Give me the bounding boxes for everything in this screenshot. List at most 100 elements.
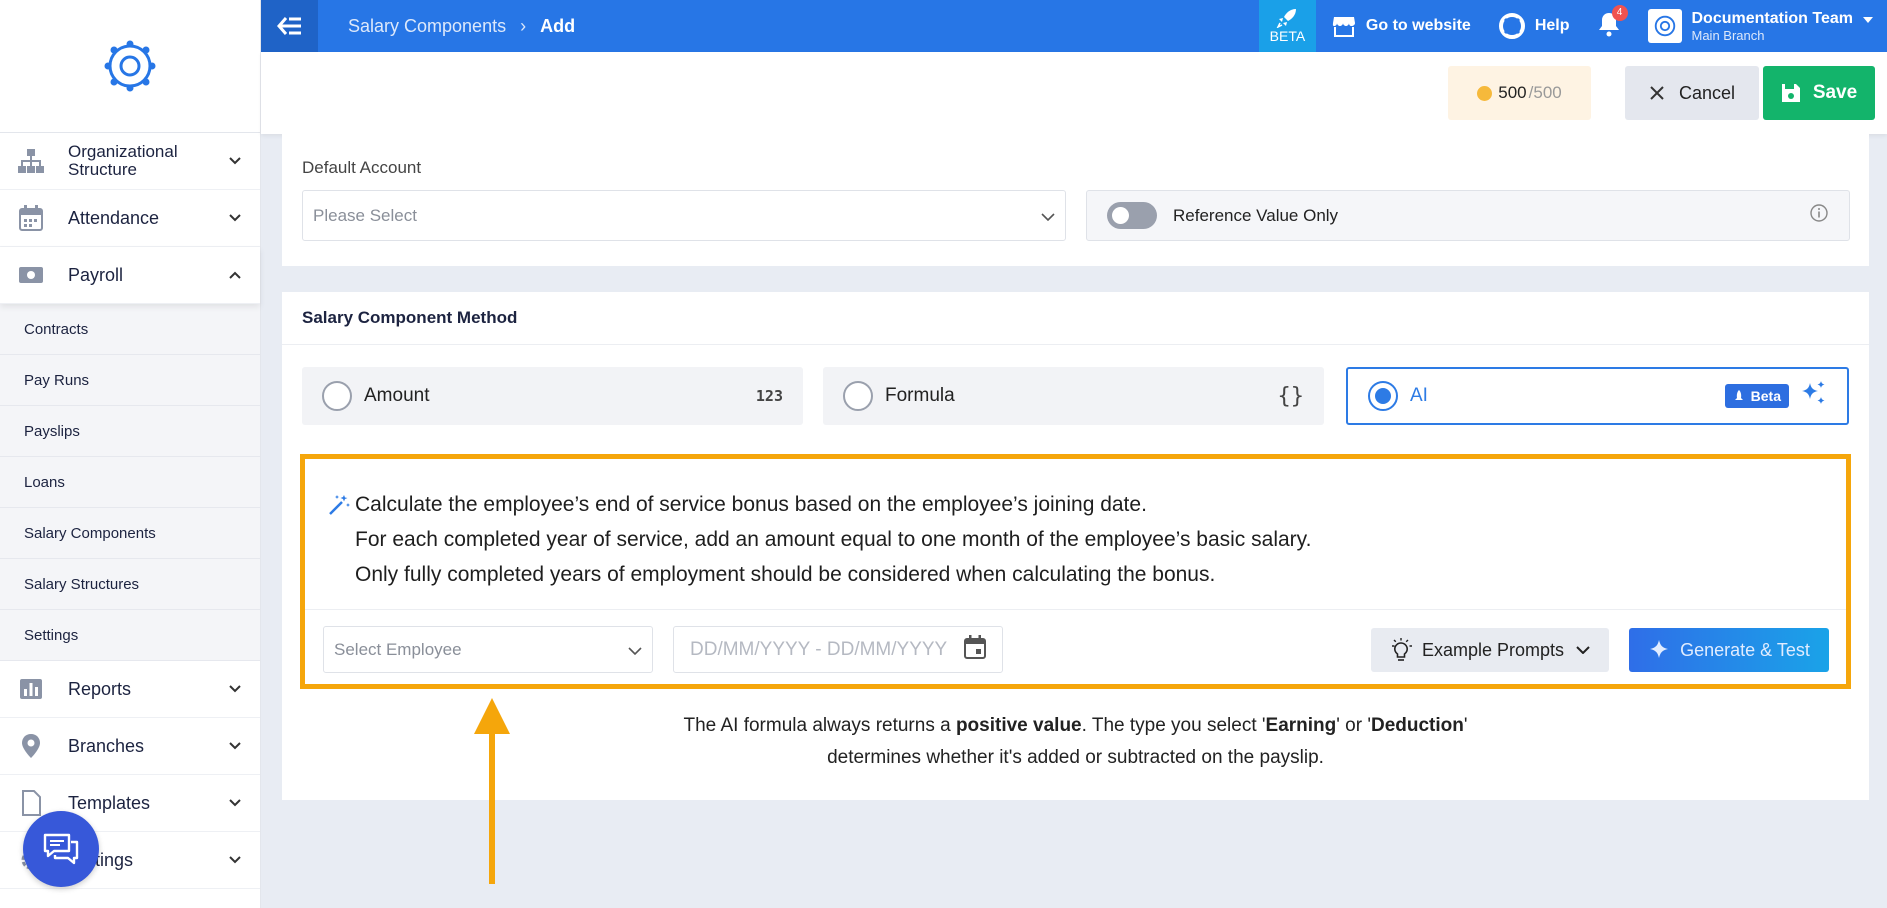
default-account-card: Default Account Please Select Reference …: [282, 134, 1869, 266]
help-link[interactable]: Help: [1498, 13, 1570, 39]
company-logo-icon: [1654, 15, 1675, 37]
sidebar-item-label: Branches: [68, 736, 145, 756]
chevron-down-icon: [226, 851, 244, 869]
note-text: The AI formula always returns a: [683, 715, 956, 736]
reference-value-only-toggle[interactable]: [1107, 202, 1157, 229]
note-line-1: The AI formula always returns a positive…: [282, 710, 1869, 742]
chevron-down-icon: [226, 209, 244, 227]
close-icon: [1650, 86, 1664, 100]
credits-used: 500: [1498, 83, 1527, 102]
org-structure-icon: [16, 146, 46, 176]
generate-and-test-button[interactable]: Generate & Test: [1629, 628, 1829, 672]
method-option-amount[interactable]: Amount 123: [302, 367, 803, 425]
ai-credits-indicator: 500 /500: [1448, 66, 1591, 120]
method-label-amount: Amount: [364, 385, 430, 406]
sidebar-subitem-payslips[interactable]: Payslips: [0, 406, 260, 457]
numbers-icon: 123: [755, 387, 783, 405]
select-employee-dropdown[interactable]: Select Employee: [323, 626, 653, 673]
date-range-placeholder: DD/MM/YYYY - DD/MM/YYYY: [690, 638, 948, 660]
chevron-down-icon: [628, 640, 642, 660]
sidebar-item-payroll[interactable]: Payroll: [0, 247, 260, 304]
breadcrumb-salary-components[interactable]: Salary Components: [348, 16, 506, 37]
chevron-right-icon: ›: [520, 15, 527, 36]
sidebar-subitem-contracts[interactable]: Contracts: [0, 304, 260, 355]
note-text: ': [1463, 715, 1468, 736]
sidebar-item-reports[interactable]: Reports: [0, 661, 260, 718]
date-range-input[interactable]: DD/MM/YYYY - DD/MM/YYYY: [673, 626, 1003, 673]
user-name: Documentation Team: [1691, 9, 1854, 27]
chevron-down-icon: [226, 152, 244, 170]
beta-button[interactable]: BETA: [1258, 0, 1316, 52]
sidebar-subitem-settings[interactable]: Settings: [0, 610, 260, 661]
rocket-icon: [1277, 9, 1297, 28]
top-bar: Salary Components › Add BETA Go to websi…: [261, 0, 1887, 52]
sidebar-subitem-pay-runs[interactable]: Pay Runs: [0, 355, 260, 406]
example-prompts-button[interactable]: Example Prompts: [1371, 628, 1609, 672]
user-menu[interactable]: Documentation Team Main Branch: [1647, 9, 1873, 43]
calendar-icon[interactable]: [964, 634, 986, 665]
notifications-button[interactable]: 4: [1598, 4, 1628, 42]
breadcrumb: Salary Components › Add: [348, 16, 575, 37]
radio-ai-selected[interactable]: [1368, 381, 1398, 411]
sidebar-item-label: Attendance: [68, 208, 160, 228]
cancel-label: Cancel: [1678, 82, 1736, 103]
chevron-up-icon: [226, 266, 244, 284]
sidebar-item-branches[interactable]: Branches: [0, 718, 260, 775]
sidebar-item-label: Reports: [68, 679, 132, 699]
radio-amount[interactable]: [322, 381, 352, 411]
ai-prompt-box: Calculate the employee’s end of service …: [300, 454, 1851, 689]
help-label: Help: [1534, 17, 1570, 34]
chat-bubbles-icon: [43, 833, 79, 865]
divider: [282, 344, 1869, 345]
breadcrumb-current: Add: [540, 15, 576, 36]
select-employee-placeholder: Select Employee: [334, 639, 462, 659]
top-right-actions: BETA Go to website Help 4 Documentation …: [1258, 0, 1887, 52]
note-bold-earning: Earning: [1265, 715, 1337, 736]
sidebar-item-label: Templates: [68, 793, 151, 813]
sparkle-icon: [1650, 640, 1669, 658]
method-option-formula[interactable]: Formula {}: [823, 367, 1324, 425]
notification-badge: 4: [1611, 4, 1628, 21]
sidebar-subitem-salary-structures[interactable]: Salary Structures: [0, 559, 260, 610]
default-account-placeholder: Please Select: [313, 205, 417, 225]
prompt-line: Calculate the employee’s end of service …: [355, 493, 1147, 516]
sidebar-subitem-loans[interactable]: Loans: [0, 457, 260, 508]
go-to-website-label: Go to website: [1365, 17, 1471, 34]
sidebar-item-attendance[interactable]: Attendance: [0, 190, 260, 247]
note-text: . The type you select ': [1081, 715, 1266, 736]
go-to-website-link[interactable]: Go to website: [1332, 15, 1471, 37]
credits-total: /500: [1528, 83, 1562, 102]
beta-label: BETA: [1269, 28, 1306, 44]
rocket-icon: [1734, 390, 1743, 400]
collapse-sidebar-button[interactable]: [261, 0, 318, 52]
sidebar-item-organizational-structure[interactable]: Organizational Structure: [0, 133, 260, 190]
default-account-select[interactable]: Please Select: [302, 190, 1066, 241]
payroll-submenu: Contracts Pay Runs Payslips Loans Salary…: [0, 304, 260, 661]
location-pin-icon: [16, 731, 46, 761]
section-title: Salary Component Method: [302, 308, 518, 327]
chevron-down-icon: [226, 737, 244, 755]
note-bold-deduction: Deduction: [1370, 715, 1464, 736]
save-label: Save: [1812, 82, 1858, 103]
coin-icon: [1477, 85, 1493, 101]
method-option-ai[interactable]: AI Beta: [1346, 367, 1849, 425]
beta-badge-label: Beta: [1750, 388, 1781, 404]
cancel-button[interactable]: Cancel: [1625, 66, 1759, 120]
example-prompts-label: Example Prompts: [1421, 639, 1565, 660]
avatar: [1647, 9, 1682, 43]
save-button[interactable]: Save: [1763, 66, 1875, 120]
sidebar: Organizational Structure Attendance Payr…: [0, 0, 261, 908]
magic-wand-icon: [327, 493, 351, 522]
annotation-arrow-icon: [474, 698, 510, 884]
sidebar-subitem-salary-components[interactable]: Salary Components: [0, 508, 260, 559]
ai-prompt-text[interactable]: Calculate the employee’s end of service …: [355, 487, 1311, 592]
beta-badge: Beta: [1724, 384, 1789, 408]
lifebuoy-icon: [1498, 13, 1525, 39]
note-bold-positive-value: positive value: [955, 715, 1082, 736]
money-icon: [16, 260, 46, 290]
sparkles-icon: [1799, 379, 1827, 413]
radio-formula[interactable]: [843, 381, 873, 411]
info-icon[interactable]: [1809, 203, 1829, 228]
logo[interactable]: [0, 0, 260, 133]
chat-support-button[interactable]: [23, 811, 99, 887]
